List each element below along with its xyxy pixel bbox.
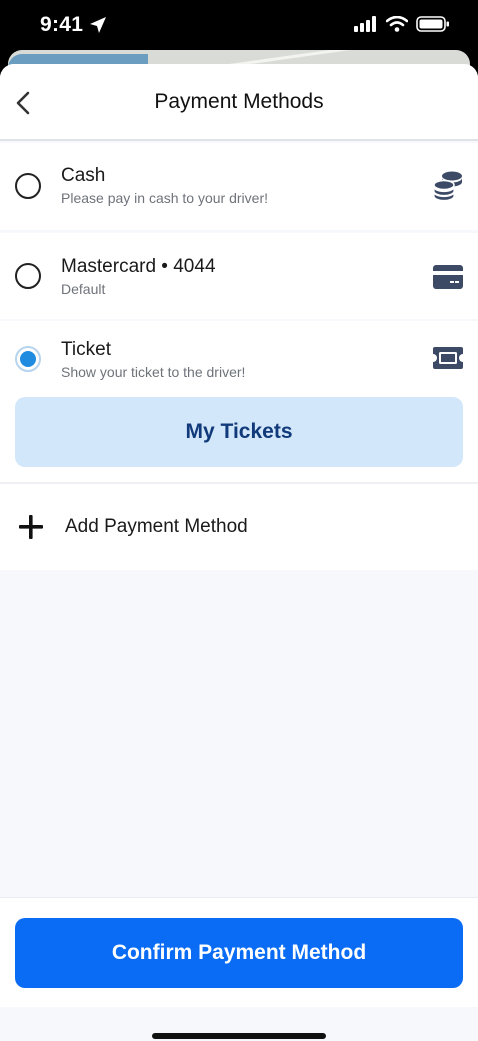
credit-card-icon [432, 264, 464, 295]
payment-option-mastercard[interactable]: Mastercard • 4044 Default [0, 233, 478, 319]
option-title: Mastercard • 4044 [61, 256, 216, 277]
option-subtitle: Please pay in cash to your driver! [61, 190, 268, 206]
my-tickets-button[interactable]: My Tickets [15, 397, 463, 467]
radio-button-selected[interactable] [15, 346, 41, 372]
location-arrow-icon [89, 16, 107, 39]
status-bar: 9:41 [0, 0, 478, 56]
plus-icon [18, 514, 44, 545]
page-title: Payment Methods [154, 90, 324, 113]
footer-bar: Confirm Payment Method [0, 897, 478, 1007]
radio-button[interactable] [15, 173, 41, 199]
add-payment-method-label: Add Payment Method [65, 516, 248, 537]
nav-bar: Payment Methods [0, 64, 478, 141]
battery-icon [416, 16, 450, 37]
status-indicators [354, 15, 450, 37]
cellular-signal-icon [354, 16, 378, 37]
option-title: Ticket [61, 339, 111, 360]
confirm-payment-method-button[interactable]: Confirm Payment Method [15, 918, 463, 988]
option-subtitle: Default [61, 281, 106, 297]
payment-option-cash[interactable]: Cash Please pay in cash to your driver! [0, 143, 478, 230]
home-indicator [152, 1033, 326, 1039]
payment-methods-sheet: Payment Methods Cash Please pay in cash … [0, 64, 478, 1041]
wifi-icon [385, 15, 409, 37]
status-time: 9:41 [40, 13, 84, 36]
option-subtitle: Show your ticket to the driver! [61, 364, 246, 380]
ticket-icon [432, 346, 464, 375]
coins-icon [432, 169, 464, 206]
add-payment-method-row[interactable]: Add Payment Method [0, 482, 478, 570]
option-title: Cash [61, 165, 106, 186]
radio-button[interactable] [15, 263, 41, 289]
